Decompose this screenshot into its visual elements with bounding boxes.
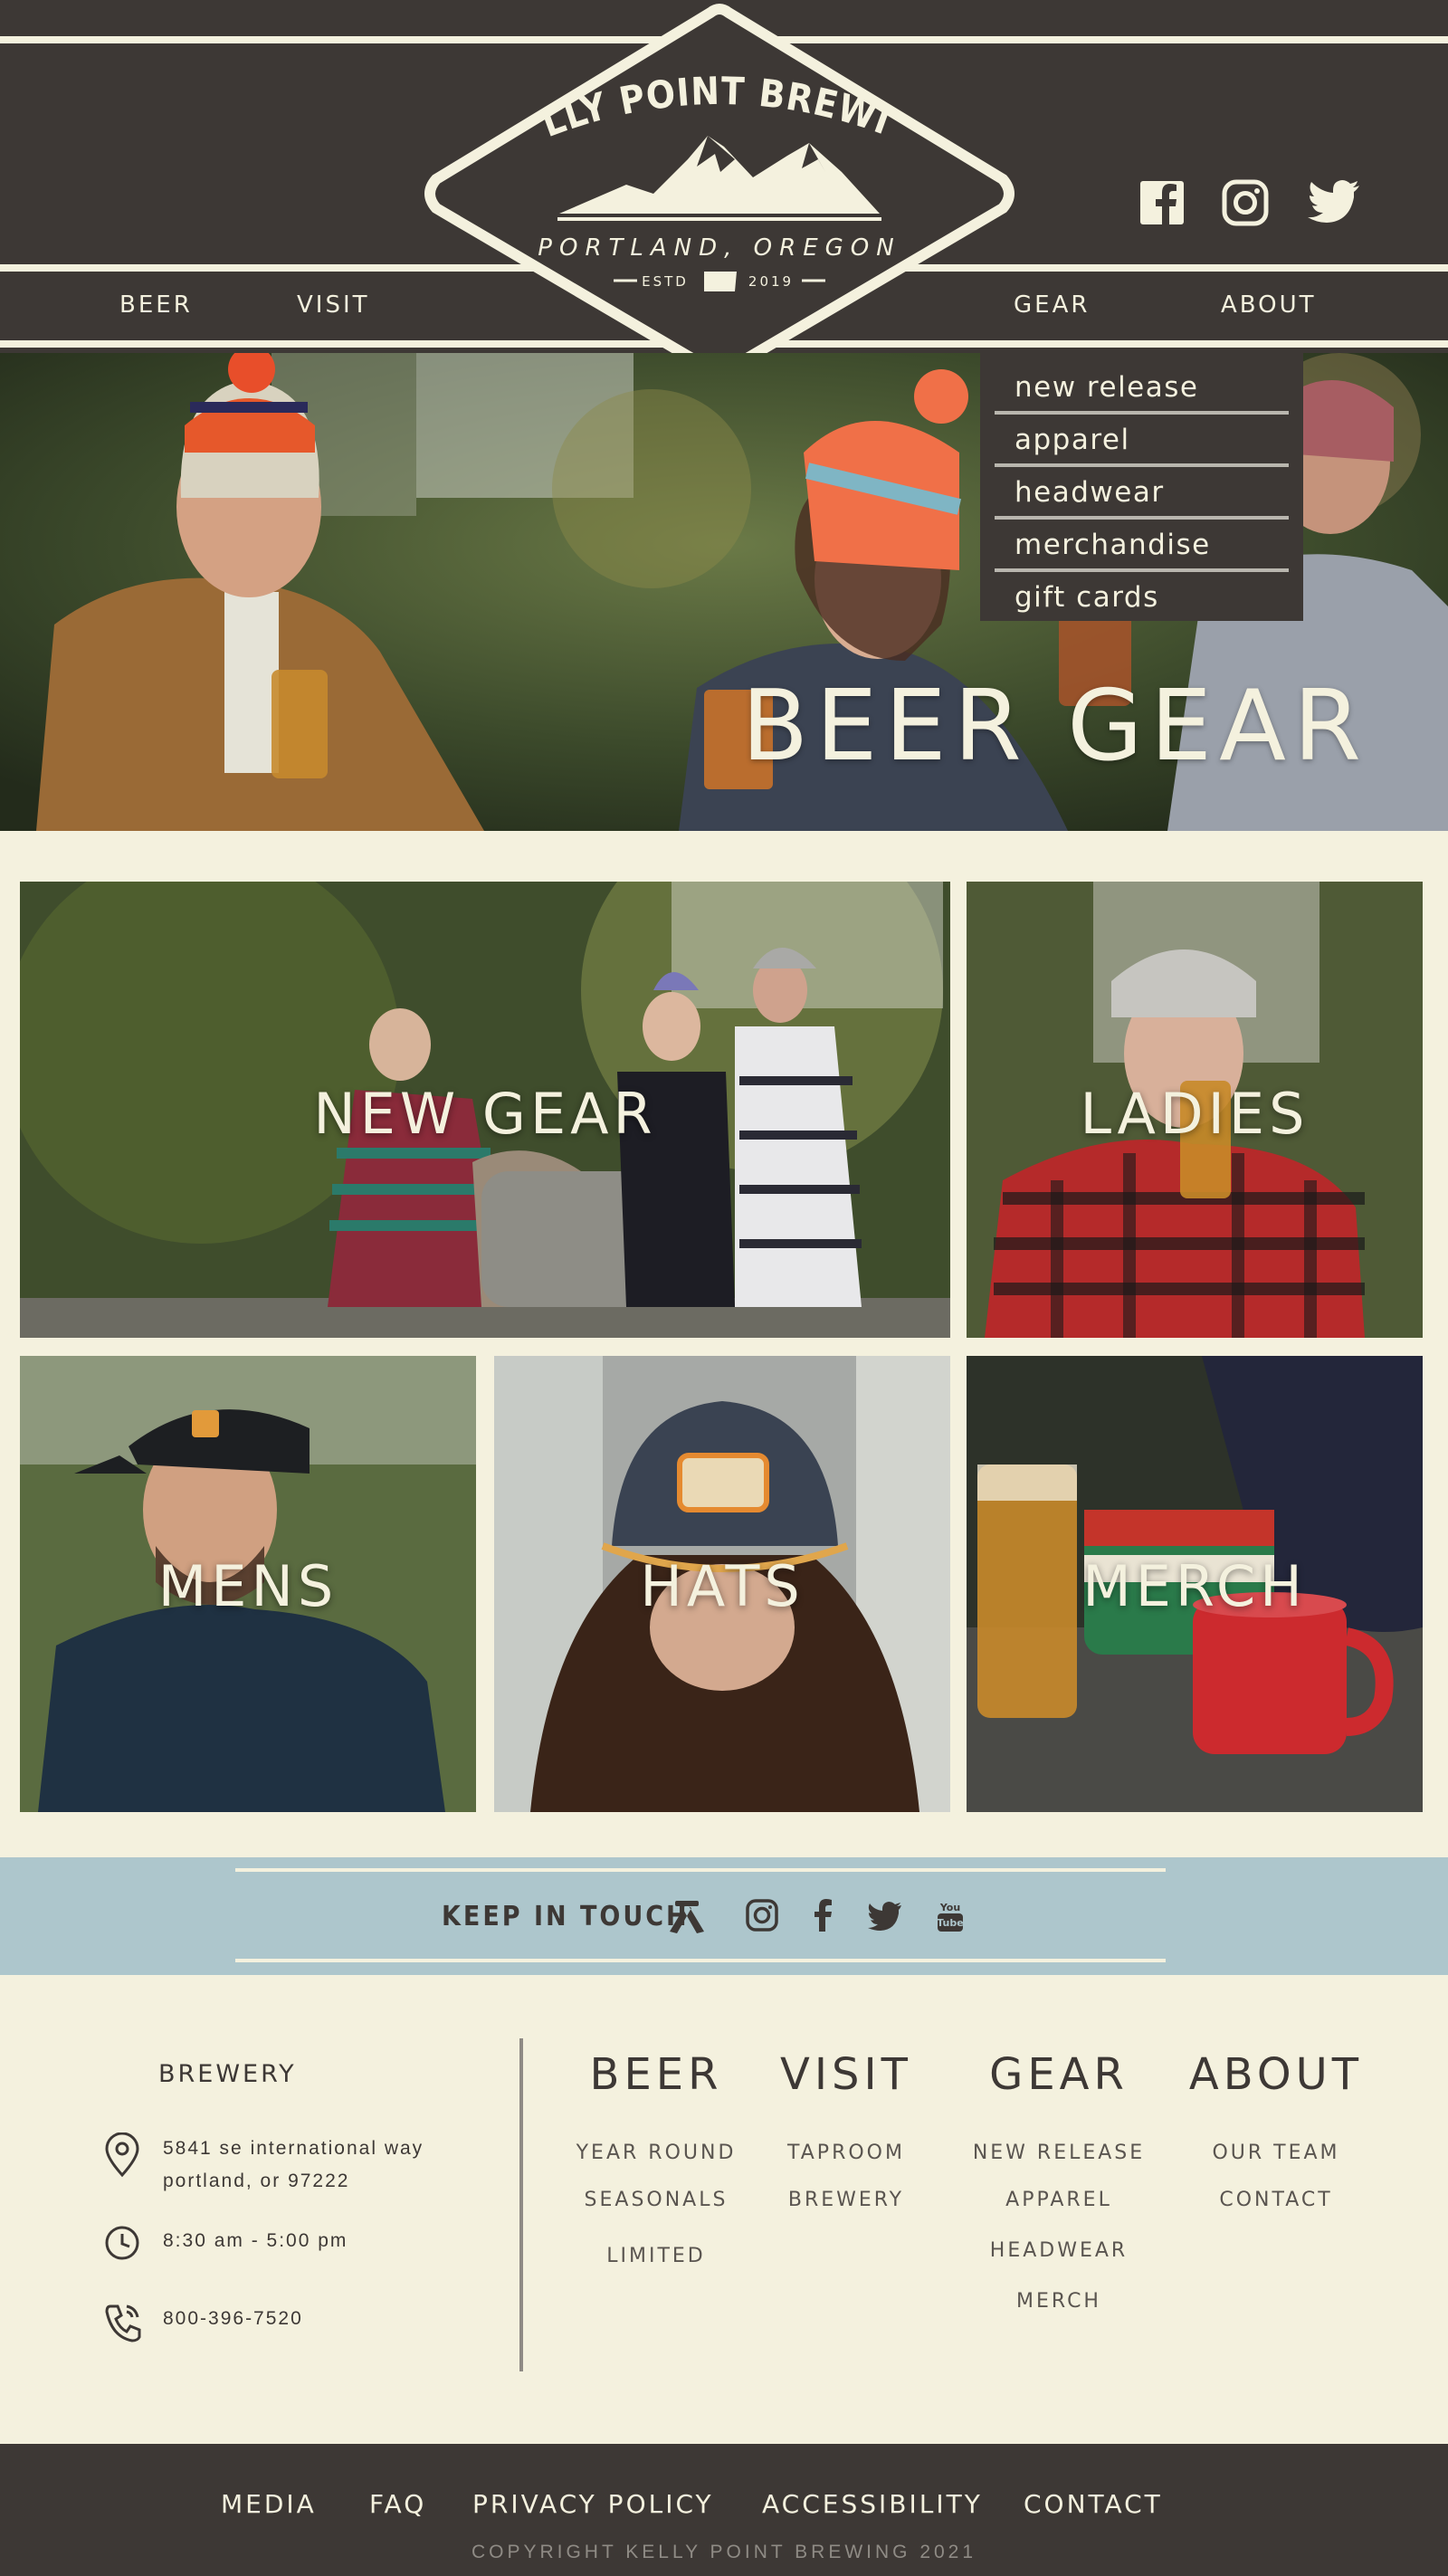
tile-ladies[interactable]: LADIES bbox=[967, 882, 1423, 1338]
brand-logo[interactable]: KELLY POINT BREWING PORTLAND, OREGON EST… bbox=[416, 0, 1023, 380]
dropdown-gift-cards[interactable]: gift cards bbox=[995, 572, 1289, 625]
svg-text:Tube: Tube bbox=[937, 1917, 963, 1929]
footer-divider bbox=[519, 2038, 523, 2371]
address-line-2: portland, or 97222 bbox=[163, 2171, 350, 2191]
twitter-icon[interactable] bbox=[1307, 179, 1361, 226]
kit-top-line bbox=[235, 1868, 1166, 1872]
untappd-icon[interactable] bbox=[666, 1897, 708, 1933]
bottom-link-media[interactable]: MEDIA bbox=[221, 2489, 317, 2519]
clock-icon bbox=[105, 2226, 139, 2260]
dropdown-headwear[interactable]: headwear bbox=[995, 467, 1289, 520]
brand-year: 2019 bbox=[748, 273, 794, 290]
instagram-icon[interactable] bbox=[1222, 179, 1269, 226]
kit-instagram-icon[interactable] bbox=[744, 1897, 780, 1933]
footer-link-seasonals[interactable]: SEASONALS bbox=[561, 2189, 751, 2211]
footer-link-contact[interactable]: CONTACT bbox=[1176, 2189, 1376, 2211]
gear-dropdown-menu: new release apparel headwear merchandise… bbox=[980, 351, 1303, 621]
phone-icon bbox=[105, 2304, 141, 2342]
address-line-1: 5841 se international way bbox=[163, 2138, 424, 2159]
keep-in-touch-bar: KEEP IN TOUCH You Tube bbox=[0, 1857, 1448, 1975]
tile-ladies-label: LADIES bbox=[1080, 1081, 1310, 1147]
kit-bottom-line bbox=[235, 1959, 1166, 1962]
dropdown-apparel[interactable]: apparel bbox=[995, 415, 1289, 467]
address-row: 5841 se international way portland, or 9… bbox=[101, 2132, 424, 2198]
phone-row: 800-396-7520 bbox=[101, 2299, 303, 2344]
hours-text: 8:30 am - 5:00 pm bbox=[163, 2230, 348, 2251]
footer-link-merch[interactable]: MERCH bbox=[959, 2290, 1158, 2313]
nav-gear[interactable]: GEAR bbox=[1014, 291, 1090, 319]
site-header: BEER VISIT GEAR ABOUT KELLY POINT BREWIN… bbox=[0, 0, 1448, 378]
dropdown-merchandise[interactable]: merchandise bbox=[995, 520, 1289, 572]
oregon-icon bbox=[704, 272, 737, 291]
location-pin-icon bbox=[105, 2132, 139, 2178]
footer-link-year-round[interactable]: YEAR ROUND bbox=[561, 2142, 751, 2164]
tile-hats-label: HATS bbox=[640, 1553, 805, 1619]
tile-hats[interactable]: HATS bbox=[494, 1356, 950, 1812]
kit-facebook-icon[interactable] bbox=[805, 1897, 842, 1933]
brand-location: PORTLAND, OREGON bbox=[538, 234, 900, 262]
phone-link[interactable]: 800-396-7520 bbox=[163, 2299, 303, 2335]
bottom-link-accessibility[interactable]: ACCESSIBILITY bbox=[762, 2489, 983, 2519]
dropdown-new-release[interactable]: new release bbox=[995, 362, 1289, 415]
footer-link-limited[interactable]: LIMITED bbox=[561, 2245, 751, 2267]
bottom-link-privacy[interactable]: PRIVACY POLICY bbox=[472, 2489, 714, 2519]
tile-new-gear-label: NEW GEAR bbox=[313, 1081, 657, 1147]
keep-in-touch-title: KEEP IN TOUCH bbox=[442, 1901, 690, 1932]
bottom-link-contact[interactable]: CONTACT bbox=[1024, 2489, 1163, 2519]
footer-col-beer[interactable]: BEER bbox=[561, 2049, 751, 2100]
tile-mens[interactable]: MENS bbox=[20, 1356, 476, 1812]
footer-link-new-release[interactable]: NEW RELEASE bbox=[959, 2142, 1158, 2164]
nav-visit[interactable]: VISIT bbox=[297, 291, 370, 319]
bottom-bar: MEDIA FAQ PRIVACY POLICY ACCESSIBILITY C… bbox=[0, 2444, 1448, 2576]
copyright-text: COPYRIGHT KELLY POINT BREWING 2021 bbox=[471, 2542, 977, 2562]
hours-row: 8:30 am - 5:00 pm bbox=[101, 2223, 348, 2268]
kit-twitter-icon[interactable] bbox=[867, 1897, 903, 1933]
svg-text:You: You bbox=[939, 1902, 960, 1913]
tile-merch[interactable]: MERCH bbox=[967, 1356, 1423, 1812]
footer-col-gear[interactable]: GEAR bbox=[959, 2049, 1158, 2100]
nav-beer[interactable]: BEER bbox=[119, 291, 193, 319]
footer-link-our-team[interactable]: OUR TEAM bbox=[1176, 2142, 1376, 2164]
footer-link-headwear[interactable]: HEADWEAR bbox=[959, 2239, 1158, 2262]
hero-title: BEER GEAR bbox=[741, 670, 1368, 783]
tile-merch-label: MERCH bbox=[1082, 1553, 1307, 1619]
nav-about[interactable]: ABOUT bbox=[1221, 291, 1317, 319]
kit-youtube-icon[interactable]: You Tube bbox=[932, 1897, 968, 1933]
footer-col-about[interactable]: ABOUT bbox=[1176, 2049, 1376, 2100]
footer-col-visit[interactable]: VISIT bbox=[751, 2049, 941, 2100]
facebook-icon[interactable] bbox=[1138, 179, 1186, 226]
footer-link-taproom[interactable]: TAPROOM bbox=[751, 2142, 941, 2164]
tile-mens-label: MENS bbox=[157, 1553, 338, 1619]
brand-estd: ESTD bbox=[642, 273, 689, 290]
tile-new-gear[interactable]: NEW GEAR bbox=[20, 882, 950, 1338]
footer-link-apparel[interactable]: APPAREL bbox=[959, 2189, 1158, 2211]
brewery-title: BREWERY bbox=[158, 2060, 297, 2088]
bottom-link-faq[interactable]: FAQ bbox=[369, 2489, 426, 2519]
footer-link-brewery[interactable]: BREWERY bbox=[751, 2189, 941, 2211]
